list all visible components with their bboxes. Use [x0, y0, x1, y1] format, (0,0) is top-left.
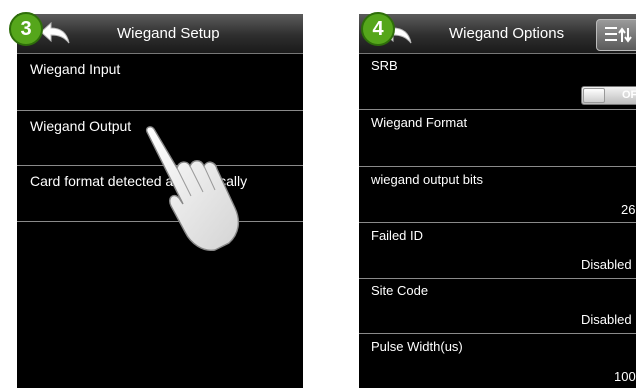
setting-row-failed-id[interactable]: Failed ID Disabled [359, 223, 636, 279]
page-title: Wiegand Options [449, 25, 565, 42]
setting-row-site-code[interactable]: Site Code Disabled [359, 279, 636, 334]
title-bar: Wiegand Setup [17, 14, 303, 54]
setting-label: Wiegand Format [371, 115, 468, 130]
menu-item-label: Wiegand Input [30, 61, 121, 77]
setting-label: Failed ID [371, 228, 424, 243]
title-bar: Wiegand Options [359, 14, 636, 54]
setting-value: 26 [621, 202, 636, 217]
setting-row-output-bits[interactable]: wiegand output bits 26 [359, 167, 636, 223]
menu-sort-icon [605, 27, 632, 43]
setting-label: SRB [371, 58, 398, 73]
step-badge: 4 [361, 12, 395, 46]
menu-item-label: Wiegand Output [30, 118, 132, 134]
setting-value: Disabled [581, 257, 632, 272]
wiegand-setup-screen: Wiegand Setup Wiegand Input Wiegand Outp… [17, 14, 303, 388]
page-title: Wiegand Setup [117, 25, 220, 42]
setting-value: 100 [614, 369, 636, 384]
menu-button[interactable] [596, 19, 636, 51]
pointing-hand-icon [145, 126, 240, 251]
wiegand-options-screen: Wiegand Options SRB OFF Wiegand Format w… [359, 14, 636, 388]
setting-row-srb[interactable]: SRB OFF [359, 54, 636, 110]
setting-value: Disabled [581, 312, 632, 327]
toggle-knob [583, 88, 605, 103]
setting-row-wiegand-format[interactable]: Wiegand Format [359, 110, 636, 167]
toggle-state: OFF [622, 89, 636, 101]
srb-toggle[interactable]: OFF [581, 86, 636, 105]
setting-label: Pulse Width(us) [371, 339, 463, 354]
step-badge: 3 [9, 12, 43, 46]
setting-label: Site Code [371, 283, 429, 298]
setting-row-pulse-width[interactable]: Pulse Width(us) 100 [359, 334, 636, 388]
menu-item-wiegand-input[interactable]: Wiegand Input [17, 54, 303, 111]
setting-label: wiegand output bits [371, 172, 484, 187]
